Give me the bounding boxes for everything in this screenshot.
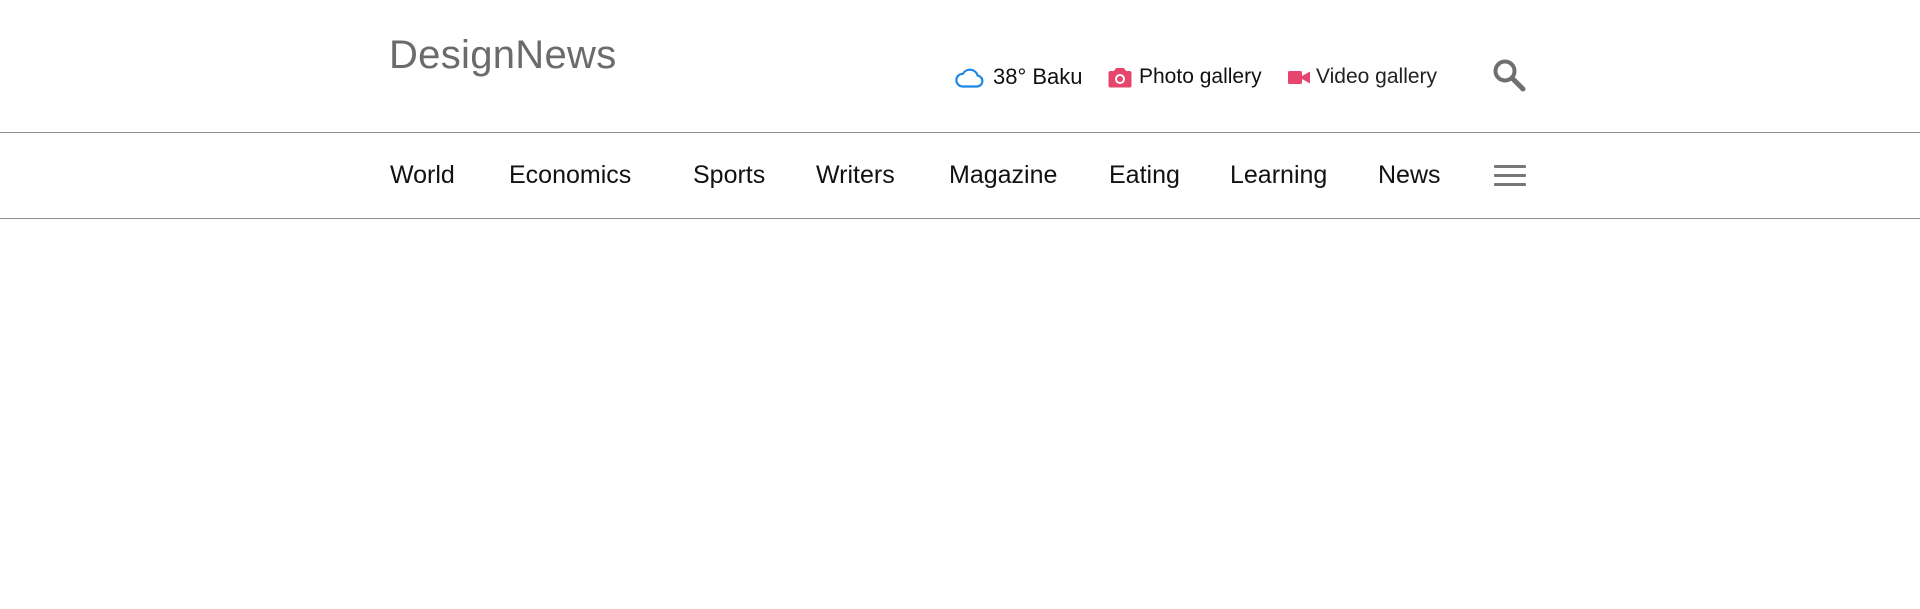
main-navigation: World Economics Sports Writers Magazine … <box>0 133 1920 219</box>
video-gallery-label: Video gallery <box>1316 65 1438 88</box>
nav-item-economics[interactable]: Economics <box>509 157 631 193</box>
main-content <box>0 219 1920 608</box>
search-button[interactable] <box>1491 57 1527 93</box>
site-logo[interactable]: DesignNews <box>389 32 617 78</box>
nav-item-learning[interactable]: Learning <box>1230 157 1327 193</box>
hamburger-menu-icon <box>1494 165 1526 168</box>
nav-item-writers[interactable]: Writers <box>816 157 895 193</box>
weather-widget[interactable]: 38° Baku <box>955 62 1083 92</box>
search-icon <box>1493 59 1526 92</box>
video-gallery-link[interactable]: Video gallery <box>1288 62 1437 92</box>
menu-button[interactable] <box>1494 165 1526 187</box>
photo-gallery-label: Photo gallery <box>1139 65 1262 88</box>
nav-item-eating[interactable]: Eating <box>1109 157 1180 193</box>
nav-item-magazine[interactable]: Magazine <box>949 157 1057 193</box>
nav-item-news[interactable]: News <box>1378 157 1441 193</box>
nav-item-world[interactable]: World <box>390 157 455 193</box>
cloud-icon <box>955 67 984 88</box>
camera-icon <box>1108 67 1132 88</box>
video-camera-icon <box>1288 70 1310 85</box>
weather-text: 38° Baku <box>993 64 1083 89</box>
nav-item-sports[interactable]: Sports <box>693 157 765 193</box>
site-header: DesignNews 38° Baku Photo gallery Video … <box>0 0 1920 133</box>
photo-gallery-link[interactable]: Photo gallery <box>1108 62 1262 92</box>
